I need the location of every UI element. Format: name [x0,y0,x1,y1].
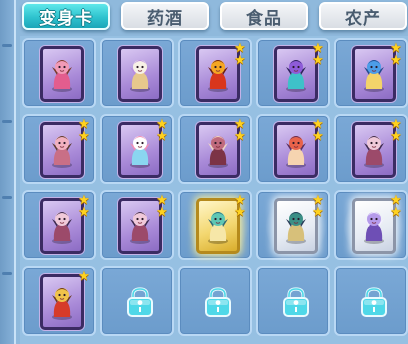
inventory-slot-card[interactable]: ★ ★ [22,114,96,184]
inventory-slot-card[interactable]: ★ ★ [22,190,96,260]
character-portrait-icon [52,136,72,168]
star-icon: ★ [234,129,246,144]
inventory-slot-locked[interactable] [178,266,252,336]
star-rating: ★ ★ [77,118,91,144]
star-rating: ★ ★ [233,194,247,220]
inventory-slot-card[interactable] [22,38,96,108]
star-rating: ★ ★ [77,194,91,220]
inventory-slot-card[interactable] [100,38,174,108]
left-panel-edge [0,0,16,344]
star-icon: ★ [390,129,402,144]
character-portrait-icon [52,60,72,92]
character-portrait-icon [208,60,228,92]
star-icon: ★ [234,205,246,220]
star-icon: ★ [390,53,402,68]
inventory-slot-card[interactable]: ★ ★ [334,38,408,108]
character-portrait-icon [208,212,228,244]
lock-icon [361,287,387,317]
star-icon: ★ [156,205,168,220]
inventory-slot-card[interactable]: ★ ★ [256,38,330,108]
edge-notch [2,272,12,275]
transform-card-pink-pig-warrior [40,46,84,102]
inventory-slot-card[interactable]: ★ ★ [334,114,408,184]
character-portrait-icon [208,136,228,168]
transform-card-white-rabbit-lady [118,46,162,102]
star-icon: ★ [156,129,168,144]
inventory-slot-card[interactable]: ★ ★ [256,114,330,184]
character-portrait-icon [286,60,306,92]
lock-icon [127,287,153,317]
star-rating: ★ [77,269,91,284]
lock-icon [205,287,231,317]
star-icon: ★ [78,129,90,144]
character-portrait-icon [364,60,384,92]
star-rating: ★ ★ [389,194,403,220]
star-rating: ★ ★ [311,194,325,220]
tab-transform-card[interactable]: 变身卡 [22,2,110,30]
lock-icon [283,287,309,317]
inventory-slot-card[interactable]: ★ ★ [100,114,174,184]
star-icon: ★ [390,205,402,220]
star-icon: ★ [312,205,324,220]
edge-notch [2,196,12,199]
star-rating: ★ ★ [389,42,403,68]
star-rating: ★ ★ [155,194,169,220]
character-portrait-icon [130,136,150,168]
inventory-slot-card[interactable]: ★ ★ [178,38,252,108]
tab-food[interactable]: 食品 [220,2,308,30]
inventory-slot-card[interactable]: ★ ★ [178,114,252,184]
star-icon: ★ [312,53,324,68]
inventory-slot-locked[interactable] [334,266,408,336]
character-portrait-icon [130,212,150,244]
character-portrait-icon [52,288,72,320]
star-rating: ★ ★ [233,42,247,68]
character-portrait-icon [364,212,384,244]
character-portrait-icon [364,136,384,168]
inventory-slot-card[interactable]: ★ ★ [334,190,408,260]
tab-farm-produce[interactable]: 农产 [319,2,407,30]
star-icon: ★ [312,129,324,144]
character-portrait-icon [286,212,306,244]
inventory-slot-locked[interactable] [100,266,174,336]
character-portrait-icon [52,212,72,244]
star-rating: ★ ★ [389,118,403,144]
inventory-slot-card[interactable]: ★ ★ [100,190,174,260]
star-rating: ★ ★ [233,118,247,144]
star-icon: ★ [78,269,90,284]
inventory-slot-card[interactable]: ★ ★ [256,190,330,260]
star-icon: ★ [234,53,246,68]
star-rating: ★ ★ [311,118,325,144]
edge-notch [2,44,12,47]
star-icon: ★ [78,205,90,220]
category-tabs: 变身卡 药酒 食品 农产 [20,2,408,32]
star-rating: ★ ★ [311,42,325,68]
edge-notch [2,120,12,123]
star-rating: ★ ★ [155,118,169,144]
character-portrait-icon [130,60,150,92]
character-portrait-icon [286,136,306,168]
tab-medicinal-wine[interactable]: 药酒 [121,2,209,30]
inventory-slot-card[interactable]: ★ ★ [178,190,252,260]
inventory-grid: ★ ★ ★ ★ ★ ★ ★ ★ ★ ★ ★ ★ ★ ★ ★ ★ ★ ★ ★ ★ ★ ★ ★ ★ ★ ★ ★ [20,36,408,344]
inventory-slot-card[interactable]: ★ [22,266,96,336]
inventory-slot-locked[interactable] [256,266,330,336]
